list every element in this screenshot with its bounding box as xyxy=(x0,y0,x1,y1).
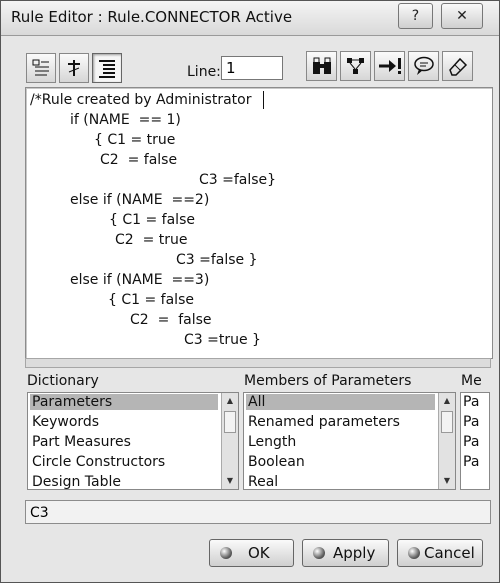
apply-bullet-icon xyxy=(313,547,325,559)
list-outline-icon xyxy=(32,59,49,76)
members-scrollbar[interactable]: ▲ ▼ xyxy=(438,393,455,489)
code-line: C2 = false xyxy=(100,152,178,168)
network-button[interactable] xyxy=(340,51,371,81)
window-title: Rule Editor : Rule.CONNECTOR Active xyxy=(11,8,293,26)
find-button[interactable] xyxy=(306,51,337,81)
apply-button[interactable]: Apply xyxy=(302,539,389,567)
list-item[interactable]: Real xyxy=(248,474,278,489)
network-icon xyxy=(346,58,364,74)
status-field: C3 xyxy=(25,500,491,524)
list-item[interactable]: Pa xyxy=(463,394,479,410)
list-item[interactable]: Pa xyxy=(463,434,479,450)
code-line: if (NAME == 1) xyxy=(70,112,181,128)
list-item[interactable]: Renamed parameters xyxy=(248,414,400,430)
pin-button[interactable] xyxy=(59,53,89,83)
arrow-warning-icon xyxy=(378,58,401,74)
indent-button[interactable] xyxy=(92,53,122,83)
list-item[interactable]: Keywords xyxy=(32,414,99,430)
list-item[interactable]: All xyxy=(246,394,435,410)
code-line: C2 = true xyxy=(115,232,188,248)
code-line: C3 =true } xyxy=(184,332,261,348)
help-button[interactable]: ? xyxy=(398,3,433,29)
list-item[interactable]: Pa xyxy=(463,454,479,470)
pin-icon xyxy=(68,60,80,76)
rule-editor-window: Rule Editor : Rule.CONNECTOR Active ? ✕ xyxy=(0,0,500,583)
ok-bullet-icon xyxy=(220,547,232,559)
code-line: { C1 = false xyxy=(108,292,194,308)
dictionary-list[interactable]: Parameters Keywords Part Measures Circle… xyxy=(27,392,239,490)
go-to-error-button[interactable] xyxy=(374,51,405,81)
erase-button[interactable] xyxy=(442,51,473,81)
ok-button[interactable]: OK xyxy=(209,539,294,567)
code-line: C3 =false } xyxy=(176,252,258,268)
scroll-down-icon[interactable]: ▼ xyxy=(222,473,238,489)
scroll-thumb[interactable] xyxy=(441,411,453,433)
dictionary-scrollbar[interactable]: ▲ ▼ xyxy=(221,393,238,489)
speech-bubble-icon xyxy=(413,56,434,75)
cancel-button[interactable]: Cancel xyxy=(397,539,483,567)
list-item[interactable]: Pa xyxy=(463,414,479,430)
third-panel-label: Me xyxy=(461,373,482,389)
line-label: Line: xyxy=(187,64,221,80)
eraser-icon xyxy=(448,57,467,76)
scroll-up-icon[interactable]: ▲ xyxy=(439,393,455,409)
code-line: C2 = false xyxy=(130,312,212,328)
code-line: { C1 = true xyxy=(94,132,176,148)
dictionary-label: Dictionary xyxy=(27,373,99,389)
members-label: Members of Parameters xyxy=(244,373,412,389)
indent-icon xyxy=(99,60,115,78)
outline-toggle-button[interactable] xyxy=(26,53,56,83)
code-line: C3 =false} xyxy=(199,172,277,188)
list-item[interactable]: Design Table xyxy=(32,474,121,489)
title-bar: Rule Editor : Rule.CONNECTOR Active ? ✕ xyxy=(1,1,499,36)
line-number-input[interactable] xyxy=(221,56,283,80)
scroll-up-icon[interactable]: ▲ xyxy=(222,393,238,409)
list-item[interactable]: Part Measures xyxy=(32,434,131,450)
rule-code-editor[interactable]: /*Rule created by Administrator if (NAME… xyxy=(25,87,493,359)
third-list[interactable]: Pa Pa Pa Pa xyxy=(460,392,490,490)
binoculars-icon xyxy=(312,57,331,74)
list-item[interactable]: Circle Constructors xyxy=(32,454,165,470)
code-line: else if (NAME ==3) xyxy=(70,272,210,288)
list-item[interactable]: Parameters xyxy=(30,394,218,410)
cancel-bullet-icon xyxy=(408,547,420,559)
close-icon: ✕ xyxy=(456,8,468,24)
code-line: /*Rule created by Administrator xyxy=(30,92,252,108)
text-cursor xyxy=(263,91,264,109)
code-line: else if (NAME ==2) xyxy=(70,192,210,208)
list-item[interactable]: Boolean xyxy=(248,454,305,470)
scroll-thumb[interactable] xyxy=(224,411,236,433)
comment-button[interactable] xyxy=(408,51,439,81)
close-button[interactable]: ✕ xyxy=(441,3,483,29)
list-item[interactable]: Length xyxy=(248,434,296,450)
editor-horizontal-scrollbar[interactable] xyxy=(25,358,491,368)
code-line: { C1 = false xyxy=(109,212,195,228)
scroll-down-icon[interactable]: ▼ xyxy=(439,473,455,489)
help-icon: ? xyxy=(411,8,420,24)
members-list[interactable]: All Renamed parameters Length Boolean Re… xyxy=(243,392,456,490)
